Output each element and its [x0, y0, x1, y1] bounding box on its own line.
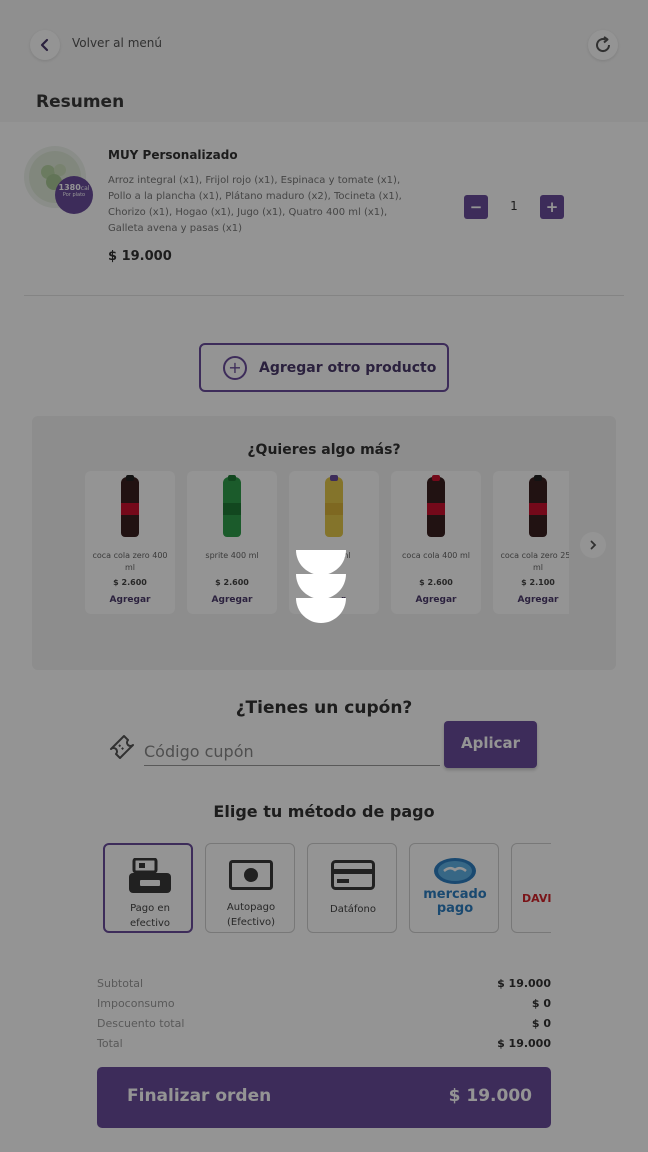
loading-spinner-icon [296, 550, 346, 624]
loading-overlay [0, 0, 648, 1152]
